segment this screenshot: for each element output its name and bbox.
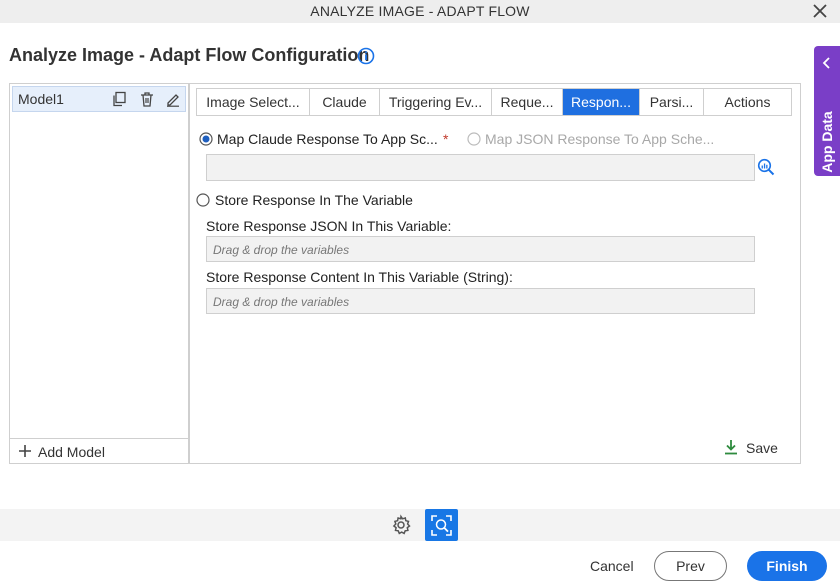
- map-claude-label: Map Claude Response To App Sc...: [217, 131, 438, 147]
- copy-icon[interactable]: [111, 91, 127, 107]
- app-data-label: App Data: [819, 111, 835, 173]
- save-label: Save: [746, 440, 778, 456]
- bottom-toolbar: [0, 509, 840, 541]
- schema-lookup-icon[interactable]: [757, 158, 775, 176]
- tab-image-selection[interactable]: Image Select...: [197, 89, 310, 115]
- map-json-label: Map JSON Response To App Sche...: [485, 131, 715, 147]
- map-json-radio[interactable]: [467, 132, 481, 146]
- model-list-panel: Model1 Add Model: [9, 83, 189, 464]
- app-schema-mapping-field[interactable]: [206, 154, 755, 181]
- json-variable-label: Store Response JSON In This Variable:: [206, 218, 452, 234]
- gear-icon[interactable]: [390, 514, 412, 536]
- store-variable-label: Store Response In The Variable: [215, 192, 413, 208]
- required-marker: *: [443, 131, 449, 147]
- app-data-panel-toggle[interactable]: App Data: [814, 46, 840, 176]
- cancel-button[interactable]: Cancel: [590, 558, 634, 574]
- image-search-icon: [431, 515, 452, 536]
- model-name: Model1: [18, 91, 64, 107]
- add-model-label: Add Model: [38, 444, 105, 460]
- tab-response[interactable]: Respon...: [563, 89, 640, 115]
- delete-icon[interactable]: [139, 91, 155, 107]
- prev-button[interactable]: Prev: [654, 551, 727, 581]
- page-title: Analyze Image - Adapt Flow Configuration: [9, 45, 370, 65]
- download-icon: [725, 440, 737, 455]
- tab-request[interactable]: Reque...: [492, 89, 563, 115]
- close-icon[interactable]: [812, 3, 828, 19]
- content-variable-label: Store Response Content In This Variable …: [206, 269, 513, 285]
- edit-icon[interactable]: [165, 91, 181, 107]
- tab-parsing[interactable]: Parsi...: [640, 89, 704, 115]
- configuration-panel: Image Select... Claude Triggering Ev... …: [189, 83, 801, 464]
- model-list-item[interactable]: Model1: [12, 86, 186, 112]
- tab-bar: Image Select... Claude Triggering Ev... …: [196, 88, 792, 116]
- json-variable-dropzone[interactable]: Drag & drop the variables: [206, 236, 755, 262]
- image-analysis-button[interactable]: [425, 509, 458, 541]
- plus-icon: [19, 445, 31, 457]
- content-variable-dropzone[interactable]: Drag & drop the variables: [206, 288, 755, 314]
- tab-triggering-events[interactable]: Triggering Ev...: [380, 89, 492, 115]
- add-model-button[interactable]: Add Model: [10, 438, 188, 463]
- finish-button[interactable]: Finish: [747, 551, 827, 581]
- tab-claude[interactable]: Claude: [310, 89, 380, 115]
- map-claude-radio[interactable]: [199, 132, 213, 146]
- window-title-bar: ANALYZE IMAGE - ADAPT FLOW: [0, 0, 840, 23]
- tab-actions[interactable]: Actions: [704, 89, 791, 115]
- chevron-left-icon: [822, 57, 830, 69]
- info-icon[interactable]: [357, 47, 375, 65]
- window-title: ANALYZE IMAGE - ADAPT FLOW: [310, 3, 530, 19]
- store-variable-radio[interactable]: [196, 193, 210, 207]
